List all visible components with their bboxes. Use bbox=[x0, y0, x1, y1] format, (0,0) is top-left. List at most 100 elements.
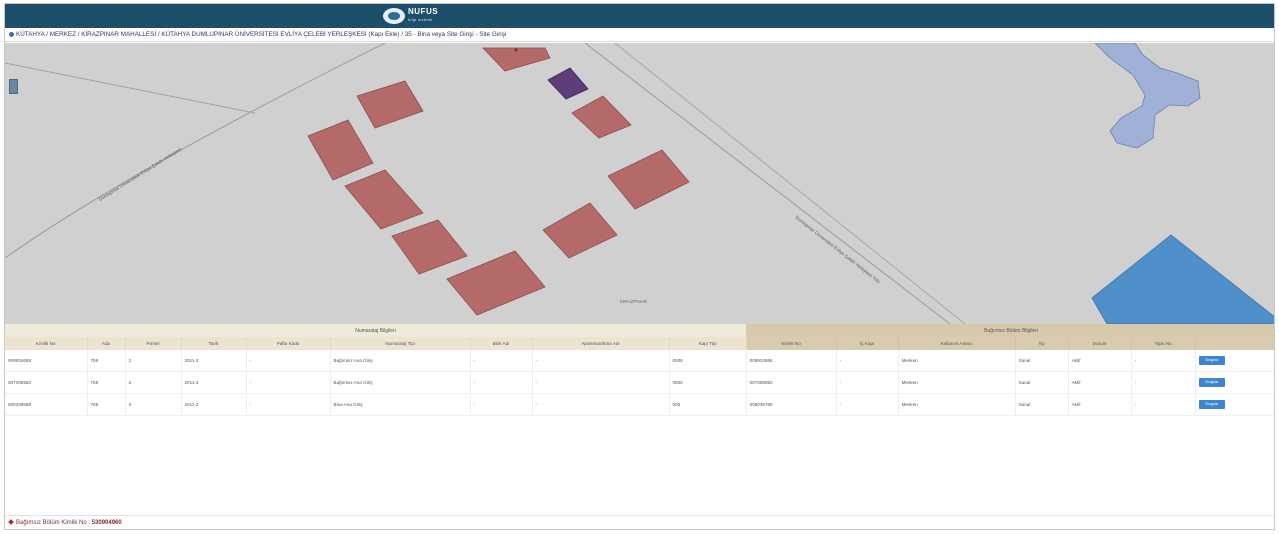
location-icon bbox=[9, 31, 14, 37]
breadcrumb: KÜTAHYA / MERKEZ / KİRAZPINAR MAHALLESİ … bbox=[5, 28, 1274, 42]
table-cell: 2011-3 bbox=[181, 371, 247, 394]
table-cell: - bbox=[532, 350, 670, 372]
parcel-polygon[interactable] bbox=[1091, 234, 1274, 324]
building-polygon[interactable] bbox=[391, 219, 468, 275]
footer-label: Bağımsız Bölüm Kimlik No : bbox=[16, 520, 91, 526]
column-header[interactable]: Kimlik No bbox=[746, 337, 837, 350]
building-polygon[interactable] bbox=[571, 95, 632, 139]
table-cell: 009934688 bbox=[746, 350, 837, 372]
column-header[interactable]: Apartman/Bina Adı bbox=[532, 337, 670, 350]
table-cell: 768 bbox=[87, 371, 126, 394]
query-button[interactable]: Sorgula bbox=[1198, 378, 1225, 387]
table-cell: Bağımsız Ana Giriş bbox=[330, 371, 471, 394]
table-cell: Sanal bbox=[1015, 371, 1069, 394]
table-cell: 007395982 bbox=[746, 371, 837, 394]
map-canvas[interactable]: Dumlupınar Üniversitesi Evliya Çelebi Ye… bbox=[5, 43, 1274, 324]
column-header[interactable]: Durum bbox=[1068, 337, 1132, 350]
table-cell: 0005 bbox=[669, 371, 747, 394]
table-cell: Sorgula bbox=[1195, 371, 1274, 394]
table-cell: Aktif bbox=[1068, 350, 1132, 372]
table-cell: - bbox=[246, 350, 331, 372]
group-header-numarataj: Numarataj Bilgileri bbox=[5, 324, 747, 337]
table-cell: - bbox=[1131, 350, 1196, 372]
column-header[interactable]: Parsel bbox=[125, 337, 182, 350]
column-header[interactable]: Tip bbox=[1015, 337, 1069, 350]
table-row[interactable]: 009934688 768 2 2011-3 - Bağımsız Ana Gi… bbox=[5, 350, 1274, 372]
table-cell: - bbox=[532, 393, 670, 416]
table-cell: Mesken bbox=[898, 393, 1016, 416]
query-button[interactable]: Sorgula bbox=[1198, 400, 1225, 409]
table-cell: - bbox=[246, 393, 331, 416]
building-polygon[interactable] bbox=[607, 149, 690, 210]
column-header[interactable]: Blok Adı bbox=[470, 337, 533, 350]
table-cell: - bbox=[836, 350, 899, 372]
table-cell: Mesken bbox=[898, 350, 1016, 372]
table-cell: 3 bbox=[125, 393, 182, 416]
table-cell: - bbox=[246, 371, 331, 394]
query-button[interactable]: Sorgula bbox=[1198, 356, 1225, 365]
logo-subtitle: bilgi sistemi bbox=[408, 17, 433, 22]
table-cell: Sorgula bbox=[1195, 350, 1274, 372]
table-cell: 768 bbox=[87, 393, 126, 416]
table-cell: - bbox=[1131, 393, 1196, 416]
table-cell: - bbox=[532, 371, 670, 394]
table-cell: 2 bbox=[125, 350, 182, 372]
logo-title: NUFUS bbox=[408, 7, 439, 16]
table-cell: Bağımsız Ana Giriş bbox=[330, 350, 471, 372]
table-cell: 3 bbox=[125, 371, 182, 394]
water-area bbox=[1094, 43, 1201, 149]
column-header[interactable]: Kullanım Amacı bbox=[898, 337, 1016, 350]
column-header[interactable]: Tapu No bbox=[1131, 337, 1196, 350]
group-header-bagimsiz: Bağımsız Bölüm Bilgileri bbox=[746, 324, 1274, 337]
table-cell: Bina Ana Giriş bbox=[330, 393, 471, 416]
building-polygon[interactable] bbox=[344, 169, 424, 230]
pin-icon bbox=[8, 519, 14, 525]
app-logo: NUFUS bilgi sistemi bbox=[383, 6, 438, 26]
building-polygon[interactable] bbox=[446, 250, 546, 316]
map-view[interactable]: Dumlupınar Üniversitesi Evliya Çelebi Ye… bbox=[5, 43, 1274, 324]
table-cell: 0005 bbox=[669, 350, 747, 372]
column-header[interactable]: İç Kapı bbox=[836, 337, 899, 350]
column-header bbox=[1195, 337, 1274, 350]
selected-building[interactable] bbox=[547, 67, 589, 100]
breadcrumb-text: KÜTAHYA / MERKEZ / KİRAZPINAR MAHALLESİ … bbox=[16, 31, 507, 38]
table-row[interactable]: 007395982 768 3 2011-3 - Bağımsız Ana Gi… bbox=[5, 371, 1274, 394]
column-header[interactable]: Tarih bbox=[181, 337, 247, 350]
column-header[interactable]: Pafta Kodu bbox=[246, 337, 331, 350]
table-cell: - bbox=[836, 393, 899, 416]
zoom-control[interactable] bbox=[9, 79, 18, 94]
building-polygon[interactable] bbox=[356, 80, 424, 129]
table-cell: 007395982 bbox=[5, 371, 88, 394]
table-cell: 005 bbox=[669, 393, 747, 416]
logo-icon bbox=[383, 8, 405, 24]
neighborhood-label: KIRAZPINAR bbox=[620, 299, 648, 304]
table-cell: Sanal bbox=[1015, 350, 1069, 372]
status-footer: Bağımsız Bölüm Kimlik No : 530904960 bbox=[5, 515, 1274, 529]
table-cell: - bbox=[1131, 371, 1196, 394]
table-cell: 2011-3 bbox=[181, 393, 247, 416]
column-header[interactable]: Kimlik No bbox=[5, 337, 88, 350]
road-line bbox=[5, 62, 256, 114]
top-bar: NUFUS bilgi sistemi bbox=[5, 4, 1274, 28]
table-cell: 005339688 bbox=[5, 393, 88, 416]
column-header[interactable]: Numarataj Tipi bbox=[330, 337, 471, 350]
table-cell: - bbox=[836, 371, 899, 394]
table-cell: - bbox=[470, 371, 533, 394]
street-label: Dumlupınar Üniversitesi Evliya Çelebi Ye… bbox=[97, 146, 182, 202]
table-cell: 009934688 bbox=[5, 350, 88, 372]
results-table: Numarataj Bilgileri Bağımsız Bölüm Bilgi… bbox=[5, 324, 1274, 416]
column-header[interactable]: Ada bbox=[87, 337, 126, 350]
table-cell: Aktif bbox=[1068, 393, 1132, 416]
building-polygon[interactable] bbox=[307, 119, 374, 181]
street-label: Dumlupınar Üniversitesi Evliya Çelebi Ye… bbox=[794, 214, 882, 284]
building-polygon[interactable] bbox=[542, 202, 618, 259]
table-cell: 2011-3 bbox=[181, 350, 247, 372]
table-cell: Sorgula bbox=[1195, 393, 1274, 416]
building-marker bbox=[514, 48, 518, 52]
table-cell: 008035788 bbox=[746, 393, 837, 416]
table-row[interactable]: 005339688 768 3 2011-3 - Bina Ana Giriş … bbox=[5, 393, 1274, 416]
column-header[interactable]: Kapı Tipi bbox=[669, 337, 747, 350]
table-cell: Sanal bbox=[1015, 393, 1069, 416]
table-cell: 768 bbox=[87, 350, 126, 372]
app-frame: NUFUS bilgi sistemi KÜTAHYA / MERKEZ / K… bbox=[4, 3, 1275, 530]
